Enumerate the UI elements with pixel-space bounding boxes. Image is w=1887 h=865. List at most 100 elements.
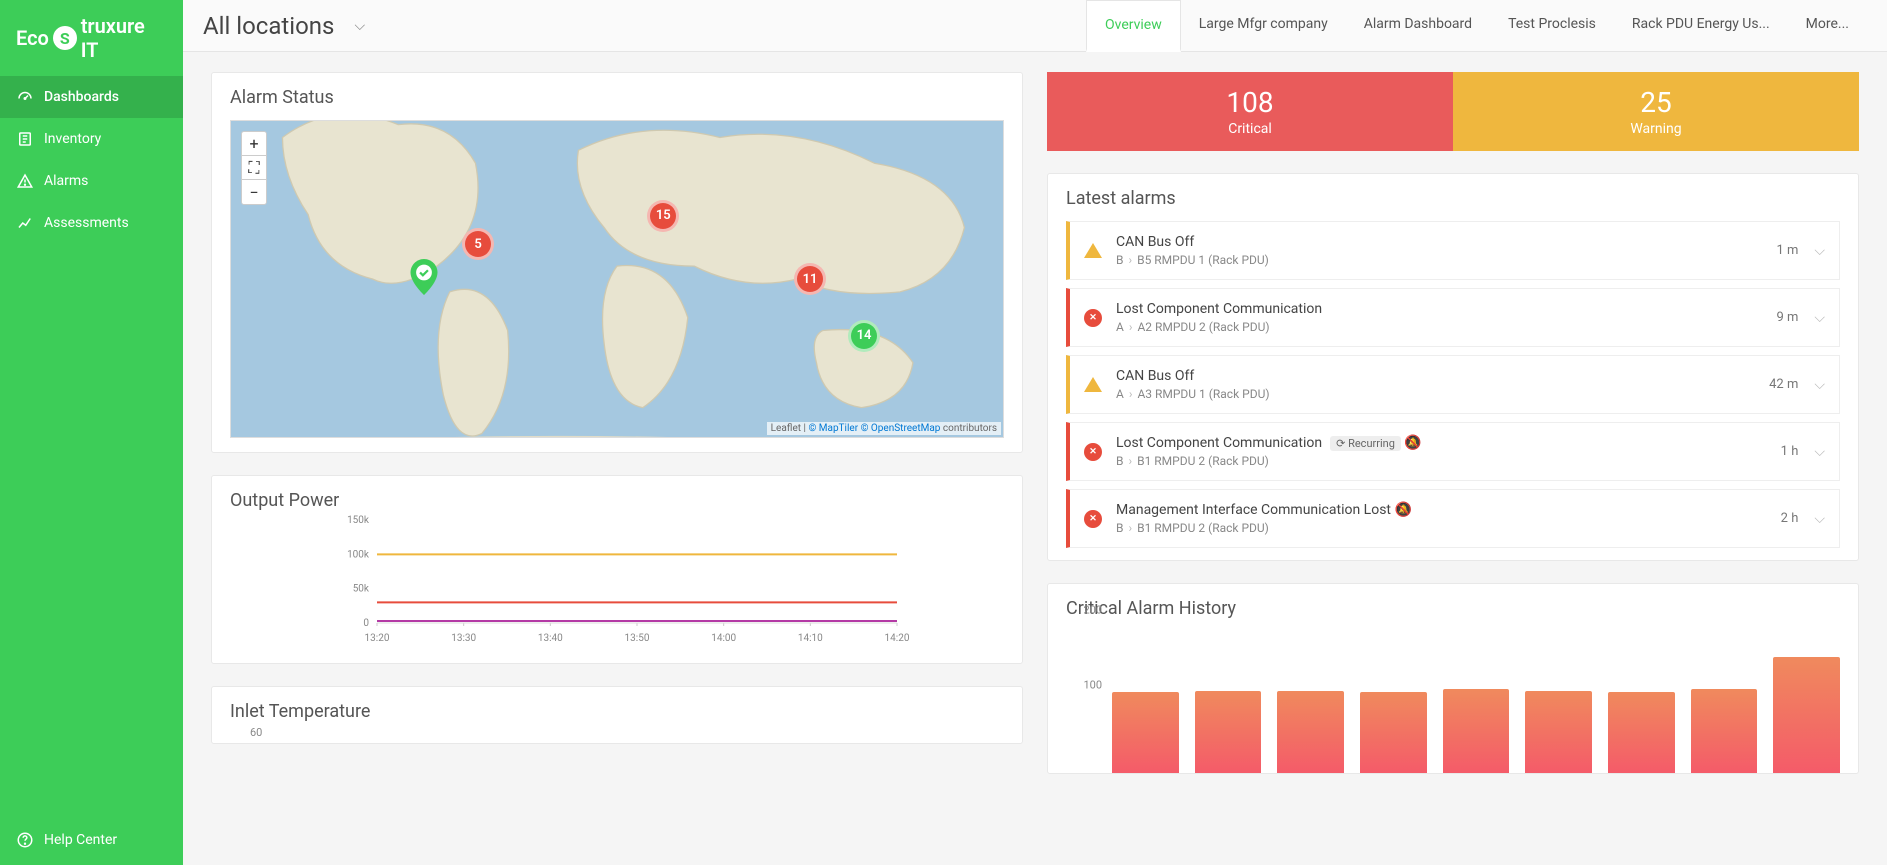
alarm-row[interactable]: Management Interface Communication Lost … bbox=[1066, 489, 1840, 548]
critical-history-card: Critical Alarm History 100200 bbox=[1047, 583, 1859, 774]
map-pin[interactable]: 5 bbox=[462, 228, 494, 260]
chevron-down-icon: ⌵ bbox=[1814, 377, 1825, 393]
history-bar[interactable] bbox=[1112, 692, 1179, 773]
help-label: Help Center bbox=[44, 832, 117, 848]
dashboard-icon bbox=[16, 88, 34, 106]
history-bar[interactable] bbox=[1277, 691, 1344, 774]
output-power-card: Output Power 050k100k150k13:2013:3013:40… bbox=[211, 475, 1023, 664]
alarm-path: B›B1 RMPDU 2 (Rack PDU) bbox=[1116, 521, 1781, 535]
warning-status-box[interactable]: 25 Warning bbox=[1453, 72, 1859, 151]
history-bar[interactable] bbox=[1525, 691, 1592, 774]
warning-icon bbox=[1084, 377, 1102, 392]
help-link[interactable]: Help Center bbox=[0, 815, 183, 865]
chevron-down-icon: ⌵ bbox=[1814, 310, 1825, 326]
latest-alarms-title: Latest alarms bbox=[1066, 188, 1840, 209]
alarm-row[interactable]: Lost Component Communication⟳ Recurring … bbox=[1066, 422, 1840, 481]
chevron-down-icon: ⌵ bbox=[1814, 444, 1825, 460]
world-map[interactable]: + ⛶ − 5151114 Leaflet | © MapTiler © Ope… bbox=[230, 120, 1004, 438]
sidebar-item-label: Inventory bbox=[44, 131, 101, 147]
map-pin[interactable]: 14 bbox=[848, 320, 880, 352]
alarm-time: 9 m bbox=[1776, 310, 1798, 325]
svg-text:13:20: 13:20 bbox=[365, 633, 390, 644]
map-pin[interactable]: 15 bbox=[647, 200, 679, 232]
tab-more-[interactable]: More... bbox=[1788, 0, 1867, 51]
alarm-time: 2 h bbox=[1781, 511, 1799, 526]
inlet-temp-y0: 60 bbox=[230, 726, 1004, 739]
chevron-down-icon: ⌵ bbox=[354, 18, 365, 34]
alarm-title: CAN Bus Off bbox=[1116, 368, 1769, 384]
svg-text:14:00: 14:00 bbox=[711, 633, 736, 644]
brand-logo: Eco S truxure IT bbox=[0, 0, 183, 76]
brand-post: truxure IT bbox=[81, 14, 167, 62]
alarm-time: 1 m bbox=[1776, 243, 1798, 258]
warning-icon bbox=[1084, 243, 1102, 258]
tabs: OverviewLarge Mfgr companyAlarm Dashboar… bbox=[1086, 0, 1867, 51]
sidebar-item-assessments[interactable]: Assessments bbox=[0, 202, 183, 244]
bar-ylabel: 200 bbox=[1083, 604, 1102, 617]
critical-history-chart[interactable]: 100200 bbox=[1066, 623, 1840, 773]
svg-text:14:10: 14:10 bbox=[798, 633, 823, 644]
tab-rack-pdu-energy-us-[interactable]: Rack PDU Energy Us... bbox=[1614, 0, 1788, 51]
svg-text:13:40: 13:40 bbox=[538, 633, 563, 644]
warning-count: 25 bbox=[1467, 86, 1845, 119]
sidebar: Eco S truxure IT Dashboards Inventory Alar… bbox=[0, 0, 183, 865]
svg-text:50k: 50k bbox=[353, 584, 370, 595]
alarm-title: CAN Bus Off bbox=[1116, 234, 1776, 250]
map-fullscreen[interactable]: ⛶ bbox=[242, 156, 266, 180]
tab-large-mfgr-company[interactable]: Large Mfgr company bbox=[1181, 0, 1346, 51]
svg-text:13:30: 13:30 bbox=[451, 633, 476, 644]
history-bar[interactable] bbox=[1195, 691, 1262, 774]
map-marker-ok[interactable] bbox=[410, 259, 438, 295]
location-label: All locations bbox=[203, 12, 334, 40]
alarm-row[interactable]: CAN Bus OffB›B5 RMPDU 1 (Rack PDU)1 m⌵ bbox=[1066, 221, 1840, 280]
svg-text:100k: 100k bbox=[347, 549, 370, 560]
alarm-title: Management Interface Communication Lost … bbox=[1116, 502, 1781, 518]
critical-icon bbox=[1084, 443, 1102, 461]
tab-test-proclesis[interactable]: Test Proclesis bbox=[1490, 0, 1614, 51]
alarm-path: A›A2 RMPDU 2 (Rack PDU) bbox=[1116, 320, 1776, 334]
map-zoom-out[interactable]: − bbox=[242, 180, 266, 204]
svg-text:14:20: 14:20 bbox=[885, 633, 910, 644]
chevron-down-icon: ⌵ bbox=[1814, 511, 1825, 527]
alarm-time: 1 h bbox=[1781, 444, 1799, 459]
assessments-icon bbox=[16, 214, 34, 232]
brand-icon: S bbox=[53, 26, 77, 50]
sidebar-item-dashboards[interactable]: Dashboards bbox=[0, 76, 183, 118]
history-bar[interactable] bbox=[1608, 692, 1675, 773]
sidebar-item-inventory[interactable]: Inventory bbox=[0, 118, 183, 160]
help-icon bbox=[16, 831, 34, 849]
map-zoom-in[interactable]: + bbox=[242, 132, 266, 156]
location-selector[interactable]: All locations ⌵ bbox=[203, 12, 365, 40]
tab-overview[interactable]: Overview bbox=[1086, 0, 1181, 52]
bar-ylabel: 100 bbox=[1083, 679, 1102, 692]
alarm-row[interactable]: CAN Bus OffA›A3 RMPDU 1 (Rack PDU)42 m⌵ bbox=[1066, 355, 1840, 414]
alarms-icon bbox=[16, 172, 34, 190]
map-zoom-controls: + ⛶ − bbox=[241, 131, 267, 205]
map-pin[interactable]: 11 bbox=[794, 263, 826, 295]
bell-off-icon: 🔕 bbox=[1404, 435, 1421, 451]
sidebar-item-alarms[interactable]: Alarms bbox=[0, 160, 183, 202]
sidebar-item-label: Alarms bbox=[44, 173, 88, 189]
svg-text:13:50: 13:50 bbox=[625, 633, 650, 644]
topbar: All locations ⌵ OverviewLarge Mfgr compa… bbox=[183, 0, 1887, 52]
alarm-path: B›B5 RMPDU 1 (Rack PDU) bbox=[1116, 253, 1776, 267]
nav-list: Dashboards Inventory Alarms Assessments bbox=[0, 76, 183, 244]
svg-text:150k: 150k bbox=[347, 515, 370, 526]
critical-icon bbox=[1084, 510, 1102, 528]
history-bar[interactable] bbox=[1443, 689, 1510, 773]
history-bar[interactable] bbox=[1691, 689, 1758, 773]
critical-label: Critical bbox=[1061, 121, 1439, 137]
critical-count: 108 bbox=[1061, 86, 1439, 119]
tab-alarm-dashboard[interactable]: Alarm Dashboard bbox=[1346, 0, 1490, 51]
status-summary: 108 Critical 25 Warning bbox=[1047, 72, 1859, 151]
critical-history-title: Critical Alarm History bbox=[1066, 598, 1840, 619]
history-bar[interactable] bbox=[1360, 692, 1427, 773]
alarm-status-card: Alarm Status + bbox=[211, 72, 1023, 453]
output-power-chart[interactable]: 050k100k150k13:2013:3013:4013:5014:0014:… bbox=[230, 515, 1004, 645]
critical-status-box[interactable]: 108 Critical bbox=[1047, 72, 1453, 151]
alarm-row[interactable]: Lost Component CommunicationA›A2 RMPDU 2… bbox=[1066, 288, 1840, 347]
brand-pre: Eco bbox=[16, 26, 49, 50]
output-power-title: Output Power bbox=[230, 490, 1004, 511]
history-bar[interactable] bbox=[1773, 657, 1840, 773]
alarm-time: 42 m bbox=[1769, 377, 1798, 392]
